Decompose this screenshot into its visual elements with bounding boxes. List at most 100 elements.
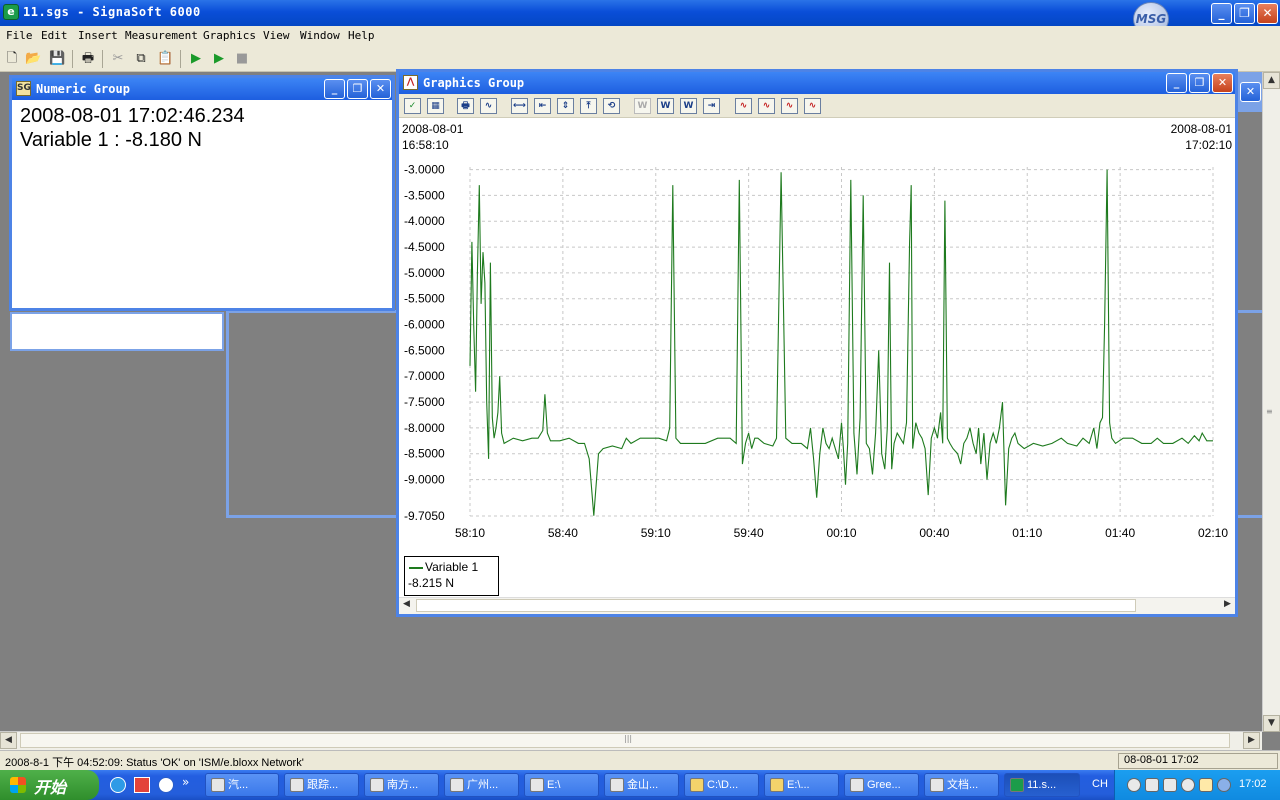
app-title-bar[interactable]: e 11.sgs - SignaSoft 6000 MSG _ ❐ ✕ bbox=[0, 0, 1280, 36]
scroll-up-icon[interactable]: ▲ bbox=[1263, 72, 1280, 89]
paste-icon[interactable]: 📋 bbox=[157, 51, 173, 67]
graphics-horizontal-scrollbar[interactable]: ◀ ▶ bbox=[399, 597, 1235, 614]
chart-legend: Variable 1 -8.215 N bbox=[404, 556, 499, 596]
task-2[interactable]: 跟踪... bbox=[284, 773, 359, 797]
task-10[interactable]: 文档... bbox=[924, 773, 999, 797]
numeric-reading: Variable 1 : -8.180 N bbox=[20, 129, 202, 151]
graphics-group-window[interactable]: ⋀ Graphics Group _ ❐ ✕ ✓ ▦ 🖶 ∿ ⟷ ⇤ ⇕ ⤒ ⟲… bbox=[396, 69, 1238, 617]
graphics-minimize-button[interactable]: _ bbox=[1166, 73, 1187, 93]
zoom-x-in-icon[interactable]: ⟷ bbox=[511, 98, 528, 114]
tray-speaker-icon[interactable] bbox=[1163, 778, 1177, 792]
maximize-button[interactable]: ❐ bbox=[1234, 3, 1255, 24]
scroll-down-icon[interactable]: ▼ bbox=[1263, 715, 1280, 732]
background-close-button[interactable]: ✕ bbox=[1240, 82, 1261, 102]
language-indicator[interactable]: CH bbox=[1092, 778, 1108, 790]
task-4[interactable]: 广州... bbox=[444, 773, 519, 797]
graphics-scroll-left-icon[interactable]: ◀ bbox=[399, 598, 414, 613]
task-4-icon bbox=[450, 778, 464, 792]
copy-icon[interactable]: ⧉ bbox=[133, 51, 149, 67]
menu-edit[interactable]: Edit bbox=[41, 29, 68, 42]
new-file-icon[interactable]: 🗋 bbox=[4, 51, 20, 67]
save-icon[interactable]: 💾 bbox=[49, 51, 65, 67]
task-2-icon bbox=[290, 778, 304, 792]
windows-logo-icon bbox=[10, 777, 26, 793]
tray-msg-icon[interactable] bbox=[1217, 778, 1231, 792]
numeric-group-titlebar[interactable]: SG Numeric Group _ ❐ ✕ bbox=[12, 78, 392, 100]
print-icon[interactable]: 🖶 bbox=[80, 51, 96, 67]
zoom-reset-icon[interactable]: ⟲ bbox=[603, 98, 620, 114]
cursor-3-icon[interactable]: ∿ bbox=[781, 98, 798, 114]
numeric-maximize-button[interactable]: ❐ bbox=[347, 79, 368, 99]
tray-qq-icon[interactable] bbox=[1181, 778, 1195, 792]
start-measurement-icon[interactable]: ▶ bbox=[188, 51, 204, 67]
main-vertical-scrollbar[interactable]: ▲ ≡ ▼ bbox=[1262, 72, 1280, 732]
y-tick-label: -9.0000 bbox=[404, 473, 445, 487]
numeric-close-button[interactable]: ✕ bbox=[370, 79, 391, 99]
cursor-2-icon[interactable]: ∿ bbox=[758, 98, 775, 114]
vscroll-grip[interactable]: ≡ bbox=[1266, 407, 1273, 416]
menu-help[interactable]: Help bbox=[348, 29, 375, 42]
play-icon[interactable]: ▶ bbox=[211, 51, 227, 67]
print-chart-icon[interactable]: 🖶 bbox=[457, 98, 474, 114]
task-10-icon bbox=[930, 778, 944, 792]
signal-icon[interactable]: ∿ bbox=[480, 98, 497, 114]
task-11[interactable]: 11.s... bbox=[1004, 773, 1080, 797]
minimize-button[interactable]: _ bbox=[1211, 3, 1232, 24]
scale-disabled-icon[interactable]: W bbox=[634, 98, 651, 114]
task-1[interactable]: 汽... bbox=[205, 773, 279, 797]
cut-icon[interactable]: ✂ bbox=[110, 51, 126, 67]
task-7[interactable]: C:\D... bbox=[684, 773, 759, 797]
menu-view[interactable]: View bbox=[263, 29, 290, 42]
tray-back-icon[interactable] bbox=[1127, 778, 1141, 792]
scroll-left-icon[interactable]: ◀ bbox=[0, 732, 17, 749]
hscroll-grip[interactable]: ||| bbox=[624, 734, 632, 743]
graphics-scroll-thumb[interactable] bbox=[416, 599, 1136, 612]
data-table-icon[interactable]: ▦ bbox=[427, 98, 444, 114]
close-button[interactable]: ✕ bbox=[1257, 3, 1278, 24]
messenger-quicklaunch-icon[interactable] bbox=[158, 777, 174, 793]
task-3[interactable]: 南方... bbox=[364, 773, 439, 797]
plot-area[interactable]: 2008-08-01 16:58:10 2008-08-01 17:02:10 … bbox=[399, 118, 1235, 596]
numeric-minimize-button[interactable]: _ bbox=[324, 79, 345, 99]
menu-insert[interactable]: Insert bbox=[78, 29, 118, 42]
zoom-x-out-icon[interactable]: ⇤ bbox=[534, 98, 551, 114]
menu-graphics[interactable]: Graphics bbox=[203, 29, 256, 42]
ie-quicklaunch-icon[interactable] bbox=[110, 777, 126, 793]
graphics-icon: ⋀ bbox=[403, 75, 418, 90]
scale-auto-icon[interactable]: W bbox=[657, 98, 674, 114]
scale-next-icon[interactable]: ⇥ bbox=[703, 98, 720, 114]
graphics-scroll-right-icon[interactable]: ▶ bbox=[1220, 598, 1235, 613]
graphics-group-titlebar[interactable]: ⋀ Graphics Group _ ❐ ✕ bbox=[399, 72, 1235, 94]
graphics-maximize-button[interactable]: ❐ bbox=[1189, 73, 1210, 93]
cursor-4-icon[interactable]: ∿ bbox=[804, 98, 821, 114]
task-6[interactable]: 金山... bbox=[604, 773, 679, 797]
task-9[interactable]: Gree... bbox=[844, 773, 919, 797]
graphics-close-button[interactable]: ✕ bbox=[1212, 73, 1233, 93]
app-quicklaunch-icon[interactable] bbox=[134, 777, 150, 793]
zoom-y-out-icon[interactable]: ⤒ bbox=[580, 98, 597, 114]
task-5[interactable]: E:\ bbox=[524, 773, 599, 797]
scale-fit-icon[interactable]: W bbox=[680, 98, 697, 114]
chart-properties-icon[interactable]: ✓ bbox=[404, 98, 421, 114]
background-window-edge[interactable]: ✕ bbox=[1238, 72, 1262, 112]
numeric-group-window[interactable]: SG Numeric Group _ ❐ ✕ 2008-08-01 17:02:… bbox=[9, 75, 395, 311]
zoom-y-in-icon[interactable]: ⇕ bbox=[557, 98, 574, 114]
legend-value: -8.215 N bbox=[408, 576, 455, 590]
tray-network-icon[interactable] bbox=[1145, 778, 1159, 792]
scroll-right-icon[interactable]: ▶ bbox=[1243, 732, 1260, 749]
empty-panel[interactable] bbox=[10, 312, 224, 351]
tray-warning-icon[interactable] bbox=[1199, 778, 1213, 792]
quicklaunch-more-icon[interactable]: » bbox=[182, 775, 189, 789]
y-tick-label: -5.0000 bbox=[404, 266, 445, 280]
open-folder-icon[interactable]: 📂 bbox=[25, 51, 41, 67]
line-chart[interactable]: -3.0000 -3.5000 -4.0000 -4.5000 -5.0000 -5.50… bbox=[399, 156, 1235, 576]
stop-icon[interactable]: ■ bbox=[234, 51, 250, 67]
main-horizontal-scrollbar[interactable]: ◀ ||| ▶ bbox=[0, 731, 1262, 750]
task-8[interactable]: E:\... bbox=[764, 773, 839, 797]
cursor-1-icon[interactable]: ∿ bbox=[735, 98, 752, 114]
menu-measurement[interactable]: Measurement bbox=[125, 29, 198, 42]
start-button[interactable]: 开始 bbox=[0, 770, 99, 800]
app-icon[interactable]: e bbox=[3, 4, 19, 20]
menu-window[interactable]: Window bbox=[300, 29, 340, 42]
menu-file[interactable]: File bbox=[6, 29, 33, 42]
